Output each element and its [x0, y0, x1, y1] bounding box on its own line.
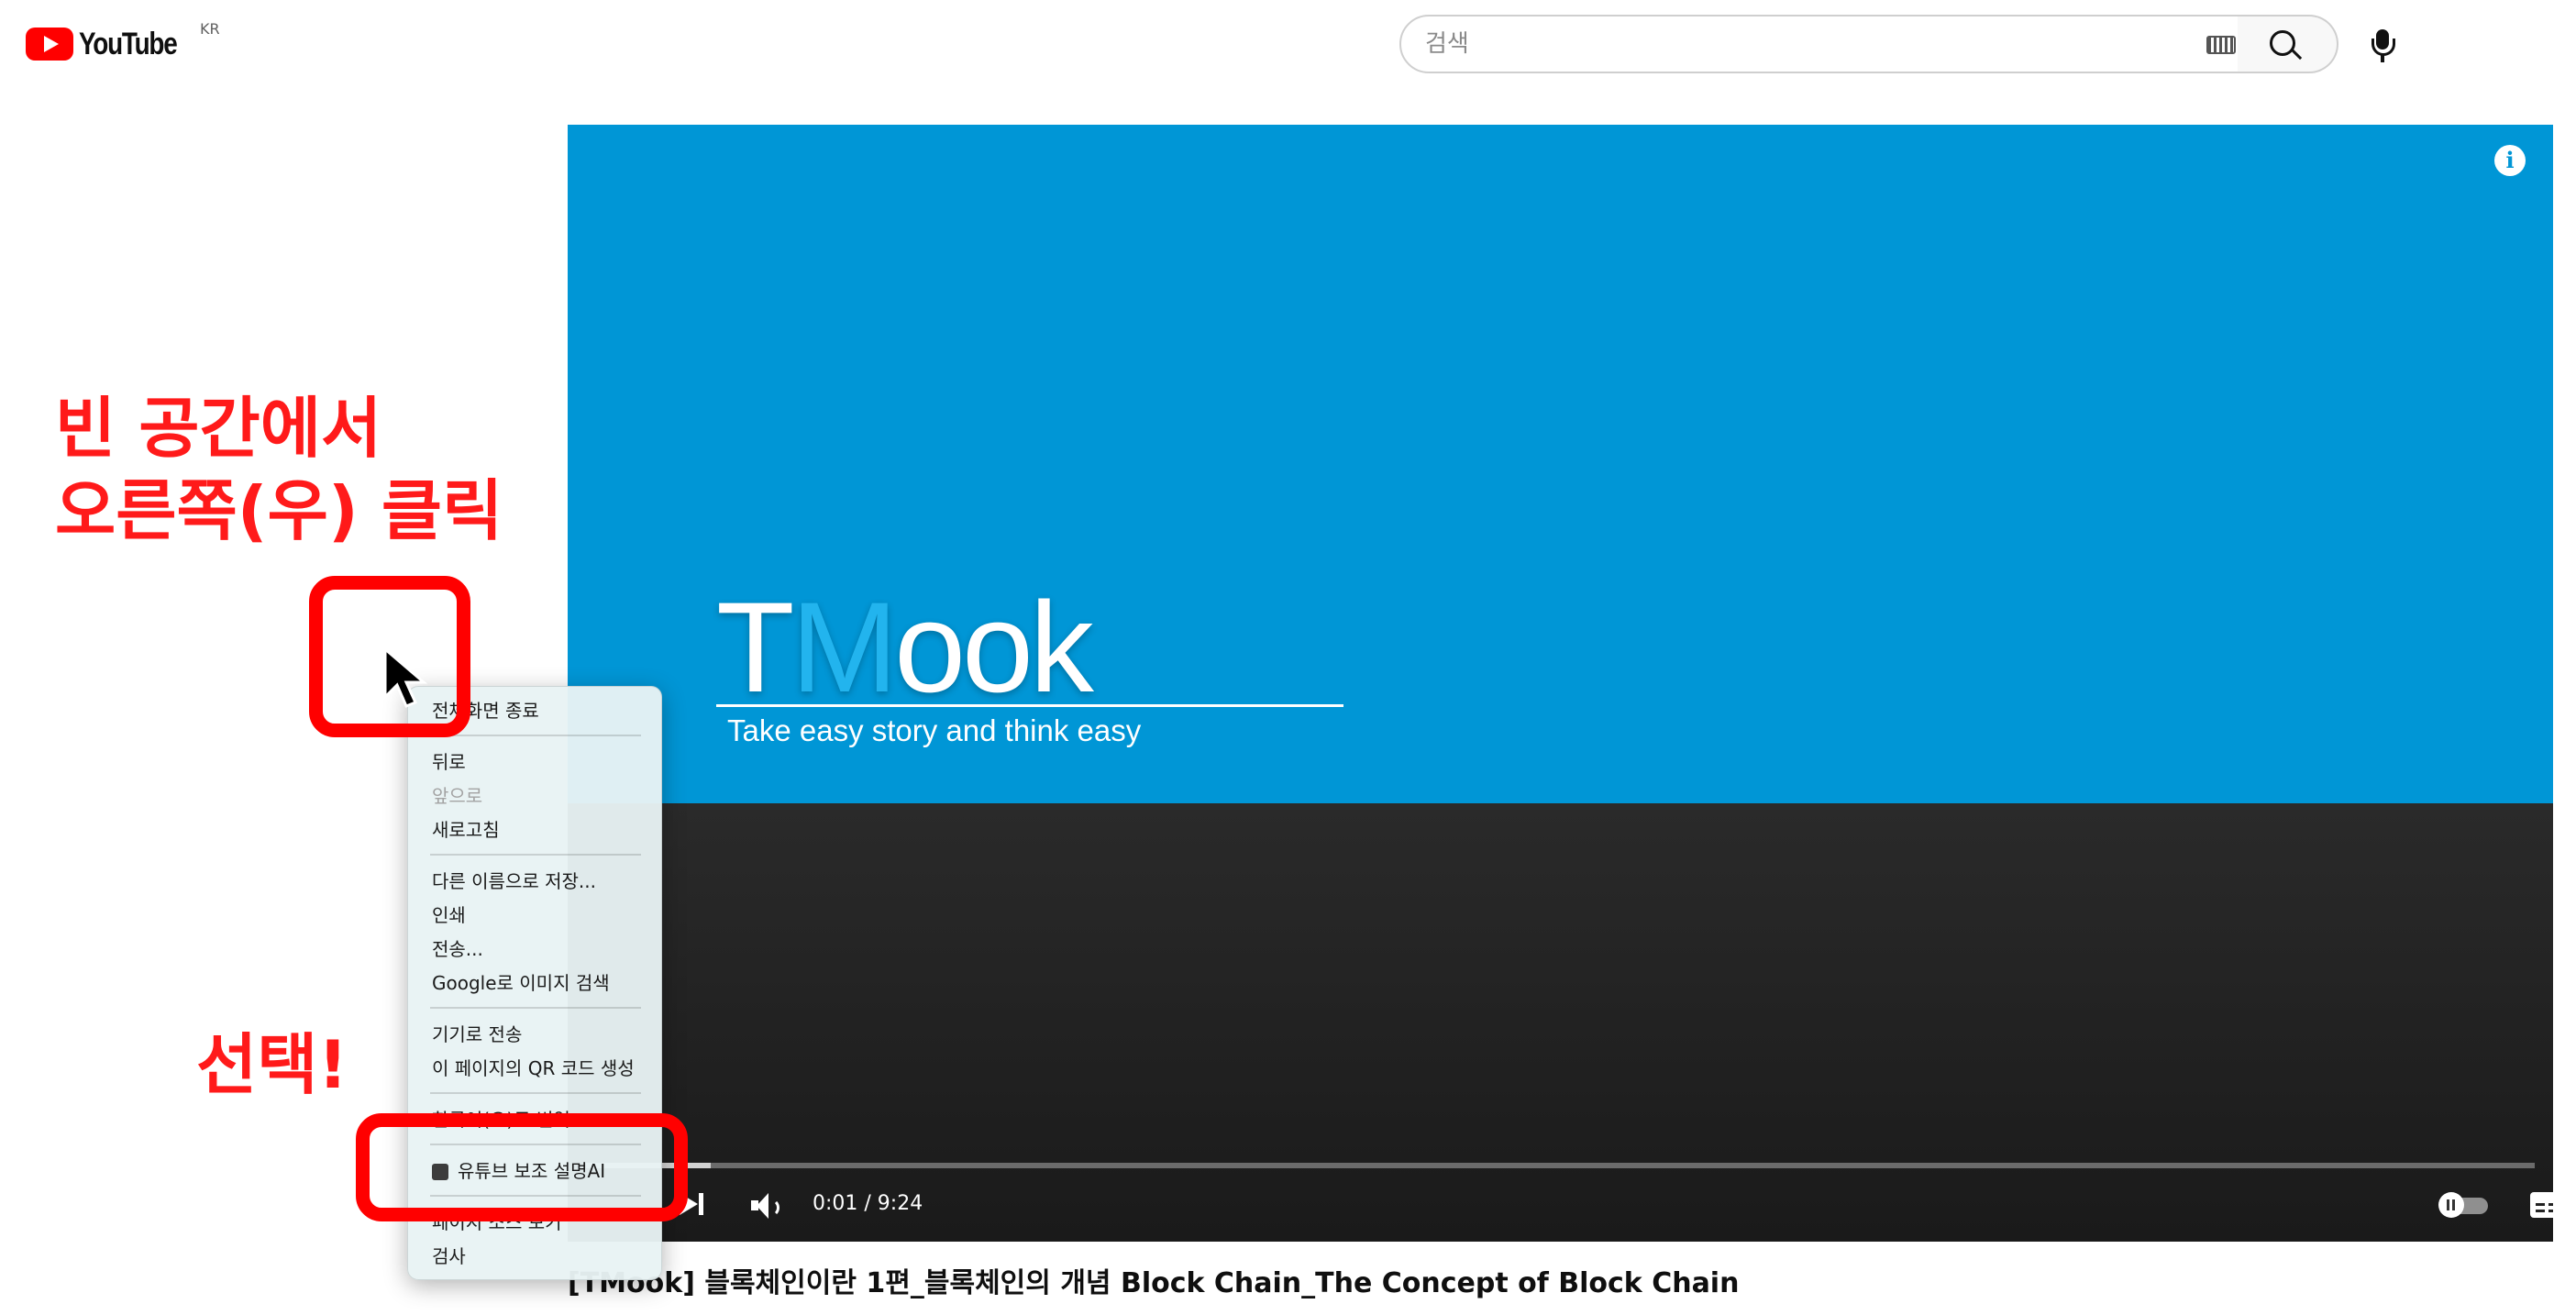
- menu-item-inspect[interactable]: 검사: [432, 1242, 466, 1268]
- youtube-logo[interactable]: YouTube KR: [26, 20, 220, 64]
- menu-item-google-image-search[interactable]: Google로 이미지 검색: [432, 968, 610, 995]
- brand-underline: [716, 704, 1343, 707]
- microphone-icon-cup: [2371, 39, 2395, 56]
- progress-bar[interactable]: [586, 1163, 2535, 1168]
- youtube-play-icon: [26, 28, 73, 61]
- volume-button[interactable]: [749, 1190, 786, 1221]
- voice-search-button[interactable]: [2364, 28, 2401, 64]
- keyboard-icon[interactable]: [2206, 36, 2236, 54]
- menu-item-reload[interactable]: 새로고침: [432, 815, 500, 842]
- highlight-box-extension-item: [356, 1113, 688, 1221]
- volume-icon-wave: [768, 1199, 779, 1217]
- menu-item-forward: 앞으로: [432, 785, 483, 807]
- menu-item-qr-code[interactable]: 이 페이지의 QR 코드 생성: [432, 1054, 635, 1080]
- search-icon: [2270, 30, 2295, 56]
- instruction-line-1: 빈 공간에서: [55, 390, 382, 467]
- brand-m: M: [790, 575, 899, 719]
- menu-item-save-as[interactable]: 다른 이름으로 저장...: [432, 867, 596, 893]
- menu-separator: [430, 854, 641, 856]
- next-icon-bar: [699, 1193, 703, 1215]
- pause-icon: [2438, 1192, 2464, 1218]
- menu-item-send-to-device[interactable]: 기기로 전송: [432, 1020, 522, 1046]
- video-frame-ground: [568, 803, 2553, 1242]
- mouse-cursor-icon: [383, 646, 428, 708]
- logo-text: YouTube: [79, 26, 178, 61]
- instruction-line-2: 오른쪽(우) 클릭: [55, 472, 503, 549]
- instruction-annotation: 빈 공간에서 오른쪽(우) 클릭: [55, 387, 503, 552]
- video-title[interactable]: [TMook] 블록체인이란 1편_블록체인의 개념 Block Chain_T…: [568, 1260, 1739, 1300]
- menu-separator: [430, 735, 641, 736]
- microphone-icon-stem: [2381, 55, 2384, 62]
- search-box[interactable]: 검색: [1399, 15, 2265, 73]
- subtitles-icon: [2530, 1192, 2553, 1218]
- subtitles-button[interactable]: [2530, 1187, 2553, 1223]
- tmook-brand: TMook: [716, 583, 1094, 712]
- time-display: 0:01 / 9:24: [813, 1192, 923, 1215]
- menu-separator: [430, 1007, 641, 1009]
- search-input[interactable]: 검색: [1425, 17, 1469, 72]
- video-player[interactable]: i TMook Take easy story and think easy 0…: [568, 125, 2553, 1242]
- brand-t: T: [716, 575, 795, 719]
- menu-item-back[interactable]: 뒤로: [432, 747, 466, 774]
- menu-item-print[interactable]: 인쇄: [432, 901, 466, 927]
- brand-tagline: Take easy story and think easy: [727, 713, 1142, 747]
- country-code: KR: [200, 20, 220, 38]
- search-button[interactable]: [2238, 15, 2338, 73]
- autoplay-toggle[interactable]: [2438, 1187, 2488, 1223]
- menu-item-cast[interactable]: 전송...: [432, 934, 483, 961]
- select-annotation: 선택!: [196, 1026, 348, 1103]
- brand-rest: ook: [894, 575, 1094, 719]
- menu-separator: [430, 1092, 641, 1094]
- info-icon[interactable]: i: [2494, 145, 2526, 176]
